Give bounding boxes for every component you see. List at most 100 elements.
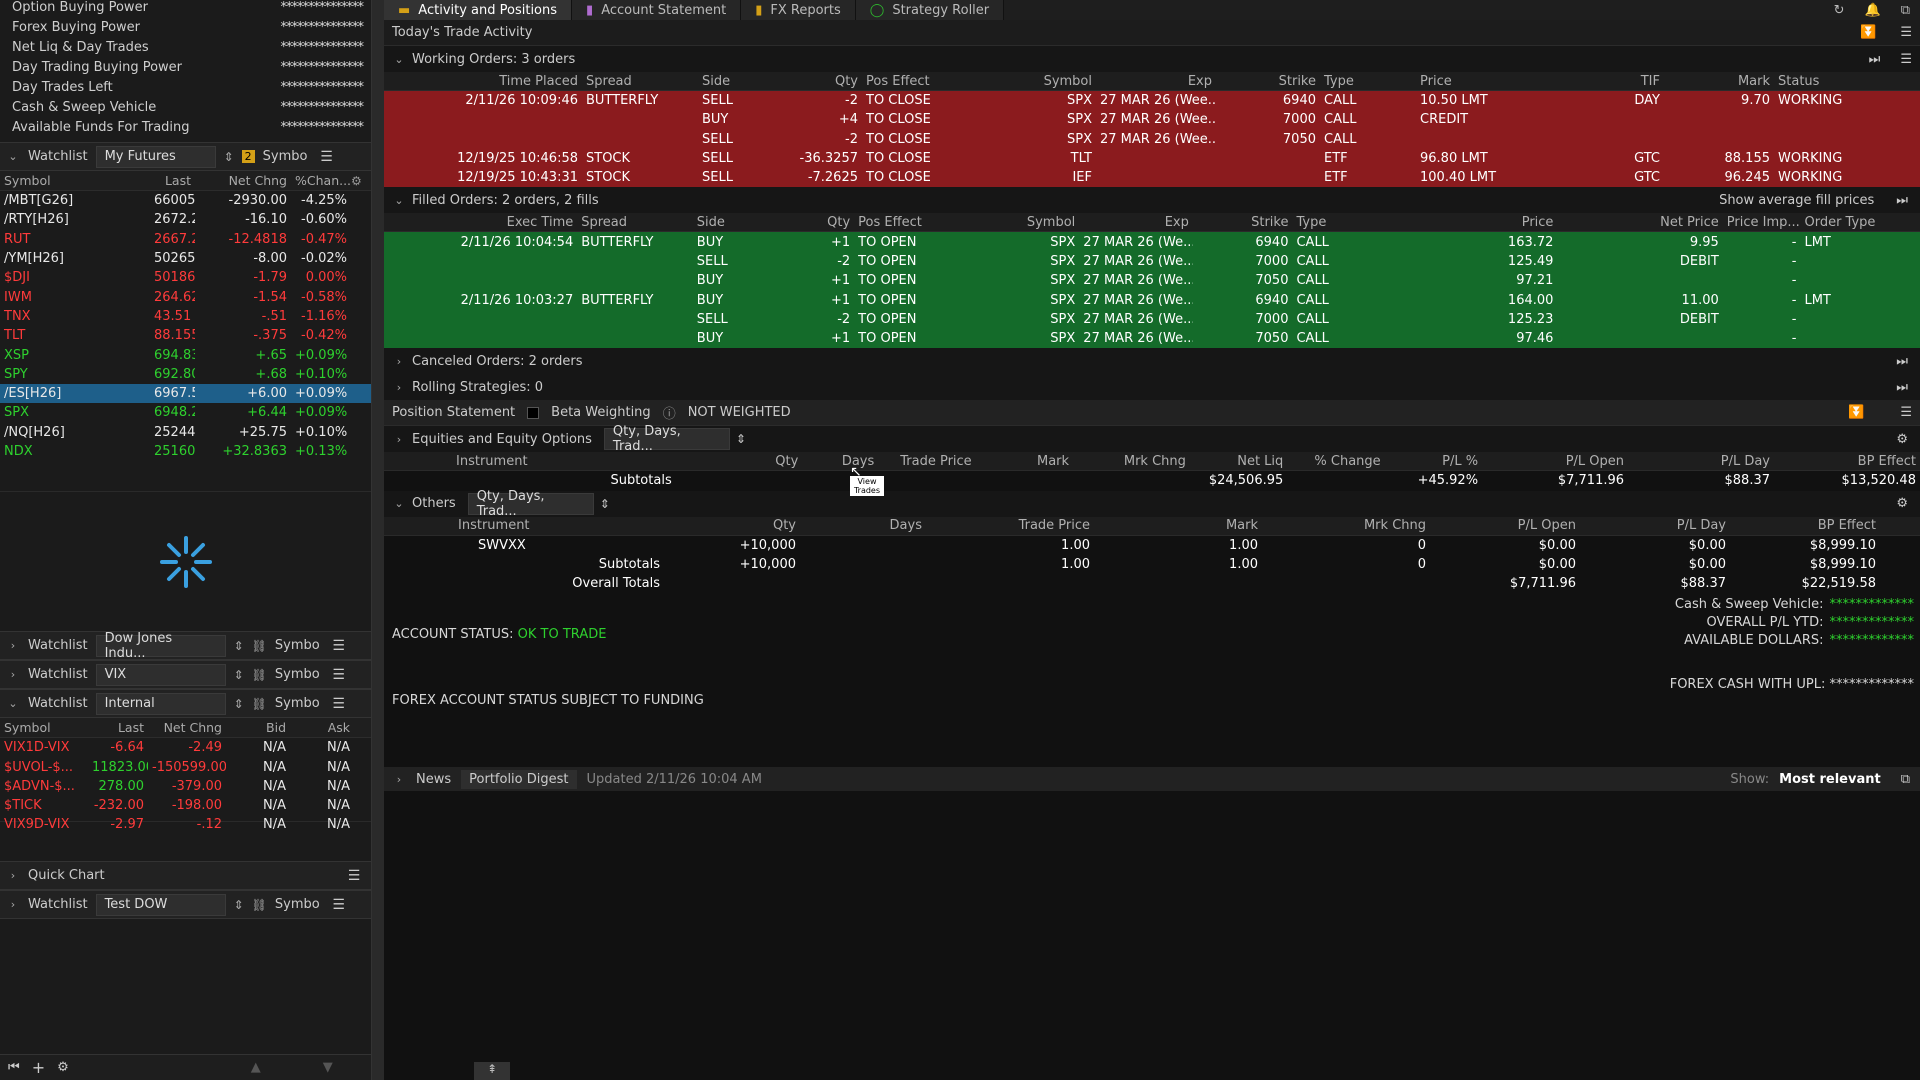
bell-icon[interactable]: 🔔 bbox=[1855, 3, 1891, 18]
col-header[interactable]: Instrument bbox=[452, 454, 676, 469]
col-header[interactable]: Strike bbox=[1216, 74, 1320, 89]
watchlist-row[interactable]: /YM[H26] 50265 -8.00 -0.02% bbox=[0, 249, 371, 268]
chevron-right-icon[interactable]: › bbox=[6, 898, 20, 911]
filter-icon[interactable]: ⏬ bbox=[1860, 25, 1876, 40]
col-header[interactable]: Exec Time bbox=[408, 215, 577, 230]
filled-orders-header[interactable]: ⌄ Filled Orders: 2 orders, 2 fills Show … bbox=[384, 187, 1920, 214]
watchlist-row[interactable]: SPX 6948.25 +6.44 +0.09% bbox=[0, 403, 371, 422]
table-row[interactable]: SWVXX +10,000 1.00 1.00 0 $0.00 $0.00 $8,999.10 bbox=[384, 536, 1920, 555]
equities-header[interactable]: › Equities and Equity Options Qty, Days,… bbox=[384, 424, 1920, 454]
collapse-left-icon[interactable]: ⏮ bbox=[8, 1060, 20, 1075]
watchlist-row[interactable]: $ADVN-$... 278.00 -379.00 N/A N/A bbox=[0, 777, 371, 796]
chevron-down-icon[interactable]: ⌄ bbox=[392, 497, 406, 510]
chevron-down-icon[interactable]: ⌄ bbox=[6, 150, 20, 163]
table-row[interactable]: 2/11/26 10:09:46 BUTTERFLY SELL -2 TO CLOSE S… bbox=[384, 91, 1920, 111]
info-icon[interactable]: ⓘ bbox=[663, 403, 676, 422]
expand-icon[interactable]: ⏭ bbox=[1896, 193, 1908, 208]
col-header[interactable]: Trade Price bbox=[878, 454, 975, 469]
chevron-down-icon[interactable]: ⌄ bbox=[392, 194, 406, 207]
watchlist-row[interactable]: /MBT[G26] 66005 -2930.00 -4.25% bbox=[0, 191, 371, 210]
watchlist-row[interactable]: /RTY[H26] 2672.2 -16.10 -0.60% bbox=[0, 210, 371, 229]
popout-icon[interactable]: ⧉ bbox=[1891, 3, 1920, 18]
show-average-fill-prices-button[interactable]: Show average fill prices bbox=[1719, 193, 1874, 208]
watchlist-vix-header[interactable]: › Watchlist VIX ⇕ ⛓ Symbo ☰ bbox=[0, 660, 371, 690]
table-row[interactable]: SELL -2 TO CLOSE SPX 27 MAR 26 (Wee... 7050 CA… bbox=[384, 129, 1920, 149]
col-header[interactable]: BP Effect bbox=[1774, 454, 1920, 469]
col-header[interactable]: Qty bbox=[770, 74, 862, 89]
col-symbol[interactable]: Symbol bbox=[0, 173, 150, 188]
table-row[interactable]: BUY +1 TO OPEN SPX 27 MAR 26 (We... 7050 CALL 9… bbox=[384, 328, 1920, 349]
stepper-icon[interactable]: ⇕ bbox=[234, 668, 244, 682]
tab-activity-positions[interactable]: ▬ Activity and Positions bbox=[384, 0, 573, 20]
col-header[interactable]: Status bbox=[1774, 74, 1914, 89]
col-header[interactable]: Mrk Chng bbox=[1262, 518, 1430, 533]
relevance-select[interactable]: Most relevant bbox=[1779, 772, 1881, 787]
col-header[interactable]: P/L Open bbox=[1482, 454, 1628, 469]
panel-splitter[interactable] bbox=[372, 0, 384, 1080]
table-row[interactable]: Overall Totals $7,711.96 $88.37 $22,519.58 bbox=[384, 574, 1920, 593]
col-header[interactable]: Price bbox=[1416, 74, 1544, 89]
col-header[interactable]: Qty bbox=[676, 454, 803, 469]
col-header[interactable]: Price bbox=[1392, 215, 1557, 230]
expand-icon[interactable]: ⏭ bbox=[1896, 380, 1908, 395]
chevron-down-icon[interactable]: ⌄ bbox=[6, 697, 20, 710]
col-header[interactable]: TIF bbox=[1544, 74, 1664, 89]
col-header[interactable]: Symbol bbox=[988, 74, 1096, 89]
menu-icon[interactable]: ☰ bbox=[1900, 25, 1912, 40]
link-badge[interactable]: 2 bbox=[241, 150, 255, 163]
col-header[interactable]: Pos Effect bbox=[862, 74, 988, 89]
portfolio-digest-tab[interactable]: Portfolio Digest bbox=[461, 769, 577, 789]
filter-icon[interactable]: ⏬ bbox=[1848, 405, 1864, 420]
beta-weighting-checkbox[interactable] bbox=[527, 406, 540, 419]
col-header[interactable]: Days bbox=[800, 518, 926, 533]
link-icon[interactable]: ⛓ bbox=[252, 668, 267, 682]
chevron-right-icon[interactable]: › bbox=[6, 639, 20, 652]
watchlist-row[interactable]: TNX 43.51 -.51 -1.16% bbox=[0, 307, 371, 326]
col-header[interactable]: Instrument bbox=[454, 518, 664, 533]
watchlist-row[interactable]: $TICK -232.00 -198.00 N/A N/A bbox=[0, 796, 371, 815]
watchlist-select[interactable]: VIX bbox=[95, 663, 226, 686]
col-last[interactable]: Last bbox=[150, 173, 195, 188]
stepper-icon[interactable]: ⇕ bbox=[600, 497, 610, 511]
gear-icon[interactable]: ⚙ bbox=[351, 174, 362, 188]
refresh-icon[interactable]: ↻ bbox=[1824, 3, 1855, 18]
expand-icon[interactable]: ⏭ bbox=[1869, 52, 1881, 67]
menu-icon[interactable]: ☰ bbox=[315, 149, 337, 165]
splitter-handle-icon[interactable]: ⇞ bbox=[474, 1062, 510, 1080]
watchlist-test-dow-header[interactable]: › Watchlist Test DOW ⇕ ⛓ Symbo ☰ bbox=[0, 890, 371, 920]
working-orders-header[interactable]: ⌄ Working Orders: 3 orders ⏭ ☰ bbox=[384, 46, 1920, 72]
watchlist-row[interactable]: $UVOL-$... 11823.00 -150599.00 N/A N/A bbox=[0, 757, 371, 776]
popout-icon[interactable]: ⧉ bbox=[1901, 772, 1910, 787]
gear-icon[interactable]: ⚙ bbox=[1896, 496, 1908, 511]
watchlist-select[interactable]: Internal bbox=[95, 692, 226, 715]
menu-icon[interactable]: ☰ bbox=[1900, 52, 1912, 67]
stepper-icon[interactable]: ⇕ bbox=[234, 639, 244, 653]
col-header[interactable]: Net Price bbox=[1557, 215, 1722, 230]
watchlist-select[interactable]: Test DOW bbox=[95, 893, 226, 916]
news-label[interactable]: News bbox=[416, 772, 451, 787]
col-pct-chng[interactable]: %Chan... bbox=[291, 173, 351, 188]
table-row[interactable]: BUY +1 TO OPEN SPX 27 MAR 26 (We... 7050 CALL 9… bbox=[384, 271, 1920, 291]
watchlist-row[interactable]: IWM 264.62 -1.54 -0.58% bbox=[0, 287, 371, 306]
col-header[interactable]: Strike bbox=[1193, 215, 1293, 230]
col-header[interactable]: P/L % bbox=[1385, 454, 1482, 469]
col-header[interactable]: Mrk Chng bbox=[1073, 454, 1190, 469]
symbol-button[interactable]: Symbo bbox=[275, 638, 320, 653]
col-net-chng[interactable]: Net Chng bbox=[195, 173, 291, 188]
menu-icon[interactable]: ☰ bbox=[343, 868, 365, 884]
table-row[interactable]: 2/11/26 10:04:54 BUTTERFLY BUY +1 TO OPEN SPX… bbox=[384, 232, 1920, 252]
col-ask[interactable]: Ask bbox=[290, 720, 354, 735]
col-header[interactable]: Exp bbox=[1096, 74, 1216, 89]
col-header[interactable]: Days bbox=[802, 454, 878, 469]
chevron-right-icon[interactable]: › bbox=[392, 381, 406, 394]
col-header[interactable]: Price Imp... bbox=[1723, 215, 1801, 230]
chevron-right-icon[interactable]: › bbox=[392, 773, 406, 786]
rolling-strategies-header[interactable]: › Rolling Strategies: 0 ⏭ bbox=[384, 374, 1920, 401]
col-header[interactable]: Order Type bbox=[1800, 215, 1920, 230]
col-header[interactable]: Trade Price bbox=[926, 518, 1094, 533]
col-header[interactable]: Side bbox=[693, 215, 765, 230]
col-header[interactable]: Net Liq bbox=[1190, 454, 1287, 469]
watchlist-row[interactable]: NDX 25160.4742 +32.8363 +0.13% bbox=[0, 442, 371, 461]
watchlist-row[interactable]: RUT 2667.2873 -12.4818 -0.47% bbox=[0, 230, 371, 249]
gear-icon[interactable]: ⚙ bbox=[57, 1060, 69, 1075]
